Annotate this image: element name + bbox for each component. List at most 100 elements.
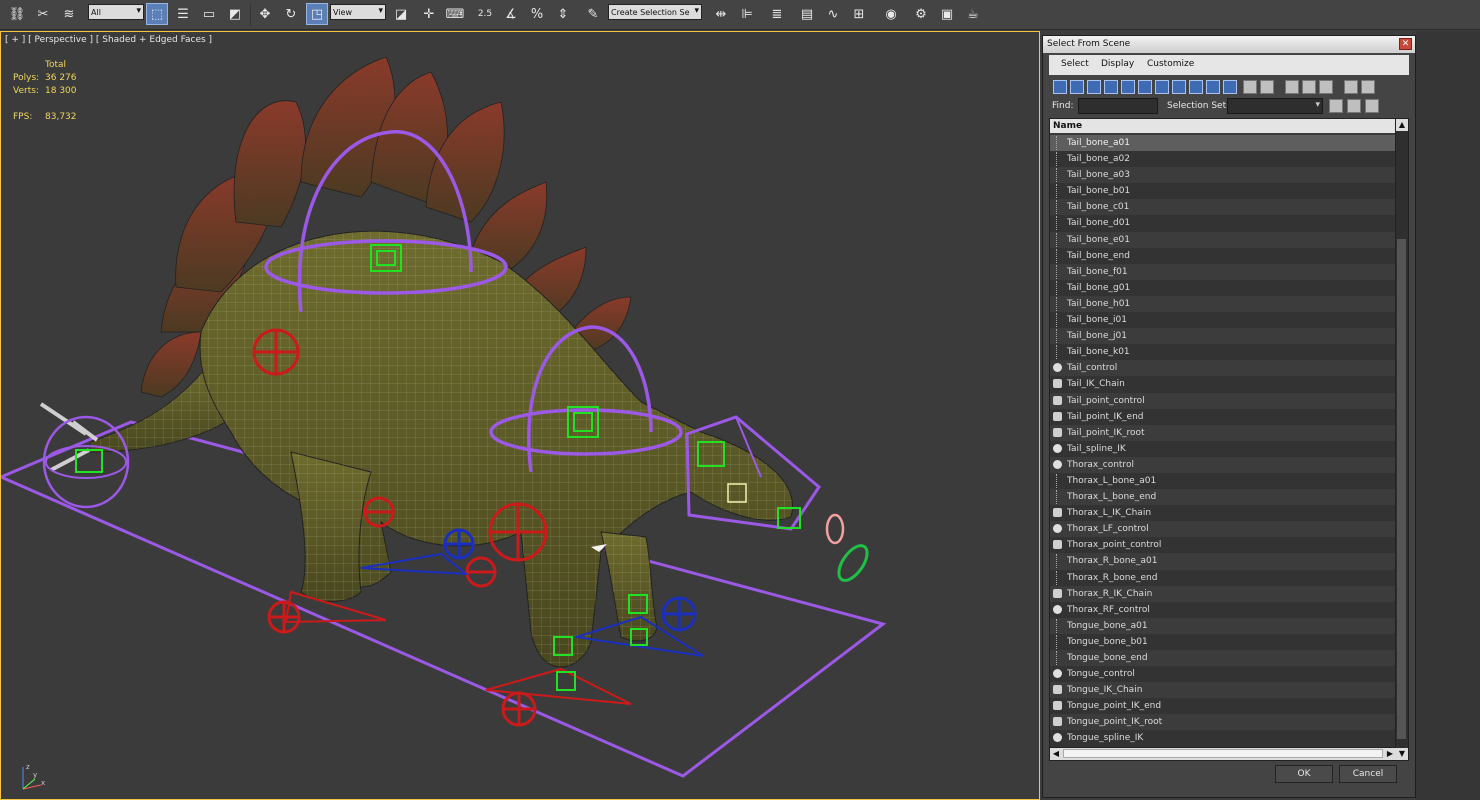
scroll-down-icon[interactable]: ▼ bbox=[1396, 748, 1408, 760]
list-item[interactable]: Tail_bone_b01 bbox=[1050, 183, 1396, 200]
list-item[interactable]: Thorax_R_bone_a01 bbox=[1050, 553, 1396, 570]
display-invert-icon[interactable] bbox=[1302, 80, 1316, 94]
list-item[interactable]: Tail_bone_h01 bbox=[1050, 295, 1396, 313]
list-item[interactable]: Tail_bone_j01 bbox=[1050, 328, 1396, 345]
selection-set-select[interactable] bbox=[1227, 98, 1323, 114]
selection-set-add-icon[interactable] bbox=[1329, 99, 1343, 113]
list-item[interactable]: Tail_point_IK_end bbox=[1050, 408, 1396, 425]
name-column-header[interactable]: Name bbox=[1050, 119, 1408, 133]
mirror-icon[interactable]: ⇹ bbox=[710, 3, 732, 25]
scroll-up-icon[interactable]: ▲ bbox=[1396, 119, 1408, 131]
scroll-right-icon[interactable]: ▶ bbox=[1384, 748, 1396, 760]
list-item[interactable]: Tail_bone_k01 bbox=[1050, 344, 1396, 361]
ok-button[interactable]: OK bbox=[1275, 765, 1333, 783]
list-item[interactable]: Tail_bone_e01 bbox=[1050, 231, 1396, 248]
list-item[interactable]: Tail_IK_Chain bbox=[1050, 376, 1396, 393]
window-crossing-icon[interactable]: ◩ bbox=[224, 3, 246, 25]
display-helpers-icon[interactable] bbox=[1121, 80, 1135, 94]
display-cameras-icon[interactable] bbox=[1104, 80, 1118, 94]
list-item[interactable]: Tail_bone_i01 bbox=[1050, 312, 1396, 329]
hscroll-track[interactable] bbox=[1063, 749, 1383, 758]
list-item[interactable]: Thorax_RF_control bbox=[1050, 601, 1396, 618]
menu-customize[interactable]: Customize bbox=[1147, 59, 1194, 69]
list-item[interactable]: Tongue_IK_Chain bbox=[1050, 682, 1396, 699]
list-item[interactable]: Tail_bone_d01 bbox=[1050, 215, 1396, 232]
list-item[interactable]: Thorax_L_bone_a01 bbox=[1050, 472, 1396, 490]
select-scale-icon[interactable]: ◳ bbox=[306, 3, 328, 25]
keyboard-shortcut-icon[interactable]: ⌨ bbox=[444, 3, 466, 25]
list-item[interactable]: Tail_control bbox=[1050, 360, 1396, 377]
schematic-view-icon[interactable]: ⊞ bbox=[848, 3, 870, 25]
list-item[interactable]: Tongue_bone_end bbox=[1050, 650, 1396, 667]
list-item[interactable]: Tail_bone_a02 bbox=[1050, 151, 1396, 168]
list-item[interactable]: Tail_spline_IK bbox=[1050, 440, 1396, 457]
angle-snap-icon[interactable]: ∡ bbox=[500, 3, 522, 25]
list-item[interactable]: Tongue_control bbox=[1050, 666, 1396, 683]
horizontal-scrollbar[interactable]: ◀ ▶ bbox=[1050, 747, 1396, 760]
list-item[interactable]: Tongue_bone_a01 bbox=[1050, 617, 1396, 634]
list-item[interactable]: Thorax_L_bone_end bbox=[1050, 489, 1396, 506]
align-icon[interactable]: ⊫ bbox=[736, 3, 758, 25]
layer-manager-icon[interactable]: ≣ bbox=[766, 3, 788, 25]
display-geometry-icon[interactable] bbox=[1053, 80, 1067, 94]
list-item[interactable]: Tail_bone_a03 bbox=[1050, 167, 1396, 184]
rect-selection-region-icon[interactable]: ▭ bbox=[198, 3, 220, 25]
scroll-left-icon[interactable]: ◀ bbox=[1050, 748, 1062, 760]
rendered-frame-window-icon[interactable]: ▣ bbox=[936, 3, 958, 25]
vertical-scrollbar[interactable]: ▲ ▼ bbox=[1395, 119, 1408, 760]
display-xrefs-icon[interactable] bbox=[1172, 80, 1186, 94]
list-item[interactable]: Tail_point_control bbox=[1050, 392, 1396, 409]
menu-display[interactable]: Display bbox=[1101, 59, 1134, 69]
manipulate-icon[interactable]: ✛ bbox=[418, 3, 440, 25]
list-item[interactable]: Tail_bone_g01 bbox=[1050, 279, 1396, 296]
unlink-icon[interactable]: ✂ bbox=[32, 3, 54, 25]
perspective-viewport[interactable]: [ + ] [ Perspective ] [ Shaded + Edged F… bbox=[0, 31, 1040, 800]
list-item[interactable]: Tail_bone_c01 bbox=[1050, 199, 1396, 216]
list-item[interactable]: Tongue_bone_b01 bbox=[1050, 633, 1396, 650]
pivot-center-icon[interactable]: ◪ bbox=[390, 3, 412, 25]
list-item[interactable]: Tail_bone_f01 bbox=[1050, 263, 1396, 280]
list-item[interactable]: Tongue_point_IK_end bbox=[1050, 698, 1396, 715]
display-all-icon[interactable] bbox=[1260, 80, 1274, 94]
filter-icon[interactable] bbox=[1344, 80, 1358, 94]
list-item[interactable]: Thorax_R_bone_end bbox=[1050, 569, 1396, 586]
link-icon[interactable]: ⛓ bbox=[6, 3, 28, 25]
select-object-icon[interactable]: ⬚ bbox=[146, 3, 168, 25]
display-groups-icon[interactable] bbox=[1155, 80, 1169, 94]
reference-coordinate-select[interactable]: View bbox=[330, 4, 386, 20]
list-item[interactable]: Thorax_R_IK_Chain bbox=[1050, 585, 1396, 602]
dialog-titlebar[interactable]: Select From Scene ✕ bbox=[1043, 36, 1415, 53]
display-frozen-icon[interactable] bbox=[1223, 80, 1237, 94]
curve-editor-icon[interactable]: ∿ bbox=[822, 3, 844, 25]
display-shapes-icon[interactable] bbox=[1070, 80, 1084, 94]
display-hidden-icon[interactable] bbox=[1243, 80, 1257, 94]
render-production-icon[interactable]: ☕ bbox=[962, 3, 984, 25]
display-lights-icon[interactable] bbox=[1087, 80, 1101, 94]
snaps-toggle-icon[interactable]: 2.5 bbox=[474, 3, 496, 25]
selection-set-remove-icon[interactable] bbox=[1365, 99, 1379, 113]
scene-object-list[interactable]: Name Tail_bone_a01 Tail_bone_a02 Tail_bone… bbox=[1049, 118, 1409, 761]
edit-named-selection-icon[interactable]: ✎ bbox=[582, 3, 604, 25]
graphite-ribbon-icon[interactable]: ▤ bbox=[796, 3, 818, 25]
selection-filter-select[interactable]: All bbox=[88, 4, 144, 20]
display-containers-icon[interactable] bbox=[1206, 80, 1220, 94]
list-item[interactable]: Tongue_spline_IK bbox=[1050, 730, 1396, 747]
list-item[interactable]: Thorax_L_IK_Chain bbox=[1050, 505, 1396, 522]
display-none-icon[interactable] bbox=[1285, 80, 1299, 94]
select-by-name-icon[interactable]: ☰ bbox=[172, 3, 194, 25]
select-rotate-icon[interactable]: ↻ bbox=[280, 3, 302, 25]
scroll-thumb[interactable] bbox=[1397, 239, 1406, 739]
bind-space-warp-icon[interactable]: ≋ bbox=[58, 3, 80, 25]
spinner-snap-icon[interactable]: ⇕ bbox=[552, 3, 574, 25]
render-setup-icon[interactable]: ⚙ bbox=[910, 3, 932, 25]
percent-snap-icon[interactable]: % bbox=[526, 3, 548, 25]
list-item[interactable]: Thorax_LF_control bbox=[1050, 521, 1396, 538]
material-editor-icon[interactable]: ◉ bbox=[880, 3, 902, 25]
cancel-button[interactable]: Cancel bbox=[1339, 765, 1397, 783]
named-selection-select[interactable]: Create Selection Se bbox=[608, 4, 702, 20]
list-item[interactable]: Tail_bone_end bbox=[1050, 247, 1396, 264]
select-move-icon[interactable]: ✥ bbox=[254, 3, 276, 25]
selection-set-edit-icon[interactable] bbox=[1347, 99, 1361, 113]
list-item[interactable]: Tongue_point_IK_root bbox=[1050, 714, 1396, 731]
close-button[interactable]: ✕ bbox=[1399, 38, 1412, 50]
